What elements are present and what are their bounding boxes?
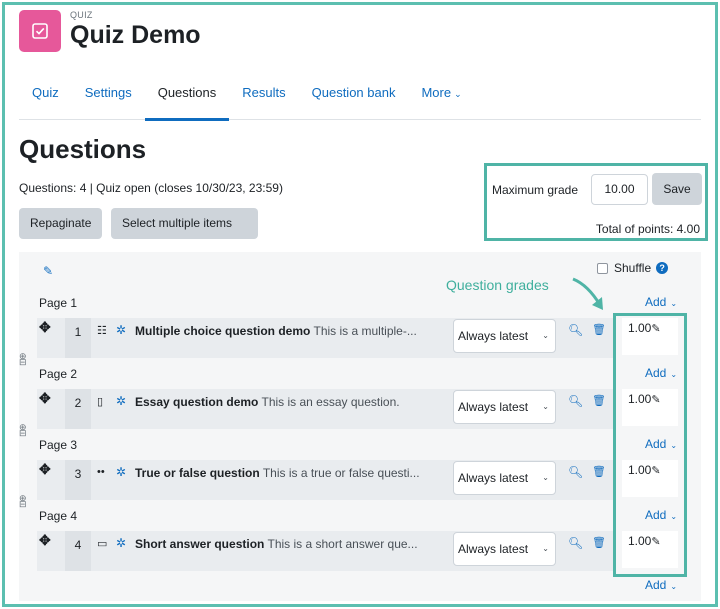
shuffle-control: Shuffle ? bbox=[597, 261, 669, 275]
help-icon[interactable]: ? bbox=[656, 262, 669, 274]
quiz-checkbox-icon bbox=[19, 10, 61, 52]
question-number: 3 bbox=[65, 460, 91, 500]
shuffle-label: Shuffle bbox=[614, 261, 652, 275]
list-icon: ☷ bbox=[97, 325, 107, 337]
annotation-arrow-icon bbox=[572, 277, 603, 310]
chevron-down-icon: ⌄ bbox=[542, 544, 549, 553]
truefalse-icon: •• bbox=[97, 466, 105, 478]
move-icon[interactable]: ✥ bbox=[39, 390, 51, 407]
question-slot: ✥ 3 •• ✲ True or false question This is … bbox=[37, 460, 615, 500]
page-label: Page 4 bbox=[39, 509, 78, 523]
move-icon[interactable]: ✥ bbox=[39, 319, 51, 336]
move-icon[interactable]: ✥ bbox=[39, 461, 51, 478]
question-grades-annotation: Question grades bbox=[446, 277, 549, 293]
question-slot: ✥ 4 ▭ ✲ Short answer question This is a … bbox=[37, 531, 615, 571]
section-title: Questions bbox=[19, 134, 147, 164]
page-break-icon[interactable]: ⊕ ⊟ bbox=[19, 494, 27, 509]
version-select[interactable]: Always latest ⌄ bbox=[453, 319, 556, 353]
edit-heading-pencil-icon[interactable]: ✎ bbox=[43, 264, 53, 278]
quiz-status: Questions: 4 | Quiz open (closes 10/30/2… bbox=[19, 181, 283, 195]
maximum-grade-input[interactable]: 10.00 bbox=[591, 174, 648, 205]
shuffle-checkbox[interactable] bbox=[597, 262, 608, 274]
question-slot: ✥ 1 ☷ ✲ Multiple choice question demo Th… bbox=[37, 318, 615, 358]
preview-zoom-icon[interactable]: 🔍︎ bbox=[568, 323, 583, 337]
tab-quiz[interactable]: Quiz bbox=[19, 72, 72, 120]
page-label: Page 1 bbox=[39, 296, 78, 310]
move-icon[interactable]: ✥ bbox=[39, 532, 51, 549]
question-name[interactable]: True or false question This is a true or… bbox=[135, 466, 451, 480]
tab-questions[interactable]: Questions bbox=[144, 72, 230, 121]
version-select[interactable]: Always latest ⌄ bbox=[453, 390, 556, 424]
chevron-down-icon: ⌄ bbox=[670, 299, 678, 308]
save-button[interactable]: Save bbox=[652, 173, 702, 205]
maximum-grade-highlight: Maximum grade 10.00 Save Total of points… bbox=[484, 163, 708, 241]
page-break-icon[interactable]: ⊕ ⊟ bbox=[19, 352, 27, 367]
secondary-navigation: Quiz Settings Questions Results Question… bbox=[19, 72, 701, 121]
trash-icon[interactable]: 🗑︎ bbox=[592, 536, 606, 549]
chevron-down-icon: ⌄ bbox=[542, 473, 549, 482]
gear-icon[interactable]: ✲ bbox=[116, 536, 126, 550]
chevron-down-icon: ⌄ bbox=[454, 89, 462, 99]
question-number: 1 bbox=[65, 318, 91, 358]
select-multiple-button[interactable]: Select multiple items bbox=[111, 208, 258, 239]
question-name[interactable]: Essay question demo This is an essay que… bbox=[135, 395, 451, 409]
gear-icon[interactable]: ✲ bbox=[116, 323, 126, 337]
question-slot: ✥ 2 ▯ ✲ Essay question demo This is an e… bbox=[37, 389, 615, 429]
question-name[interactable]: Short answer question This is a short an… bbox=[135, 537, 451, 551]
trash-icon[interactable]: 🗑︎ bbox=[592, 465, 606, 478]
question-number: 4 bbox=[65, 531, 91, 571]
chevron-down-icon: ⌄ bbox=[542, 331, 549, 340]
question-grades-highlight bbox=[613, 313, 687, 577]
page-label: Page 2 bbox=[39, 367, 78, 381]
page-title: Quiz Demo bbox=[70, 21, 201, 49]
tab-more[interactable]: More ⌄ bbox=[408, 72, 474, 120]
tab-results[interactable]: Results bbox=[229, 72, 298, 120]
shortanswer-icon: ▭ bbox=[97, 538, 108, 550]
context-label: QUIZ bbox=[70, 10, 93, 20]
version-select[interactable]: Always latest ⌄ bbox=[453, 532, 556, 566]
page-label: Page 3 bbox=[39, 438, 78, 452]
trash-icon[interactable]: 🗑︎ bbox=[592, 323, 606, 336]
chevron-down-icon: ⌄ bbox=[670, 582, 678, 591]
question-number: 2 bbox=[65, 389, 91, 429]
gear-icon[interactable]: ✲ bbox=[116, 394, 126, 408]
page-break-icon[interactable]: ⊕ ⊟ bbox=[19, 423, 27, 438]
tab-settings[interactable]: Settings bbox=[72, 72, 145, 120]
gear-icon[interactable]: ✲ bbox=[116, 465, 126, 479]
page-header: QUIZ Quiz Demo bbox=[19, 10, 201, 52]
preview-zoom-icon[interactable]: 🔍︎ bbox=[568, 394, 583, 408]
version-select[interactable]: Always latest ⌄ bbox=[453, 461, 556, 495]
trash-icon[interactable]: 🗑︎ bbox=[592, 394, 606, 407]
add-menu[interactable]: Add ⌄ bbox=[645, 578, 677, 592]
total-points: Total of points: 4.00 bbox=[595, 222, 700, 236]
chevron-down-icon: ⌄ bbox=[542, 402, 549, 411]
essay-icon: ▯ bbox=[97, 396, 104, 408]
preview-zoom-icon[interactable]: 🔍︎ bbox=[568, 465, 583, 479]
tab-question-bank[interactable]: Question bank bbox=[299, 72, 409, 120]
maximum-grade-label: Maximum grade bbox=[492, 183, 579, 197]
preview-zoom-icon[interactable]: 🔍︎ bbox=[568, 536, 583, 550]
add-menu[interactable]: Add ⌄ bbox=[645, 295, 677, 309]
question-name[interactable]: Multiple choice question demo This is a … bbox=[135, 324, 451, 338]
repaginate-button[interactable]: Repaginate bbox=[19, 208, 103, 239]
